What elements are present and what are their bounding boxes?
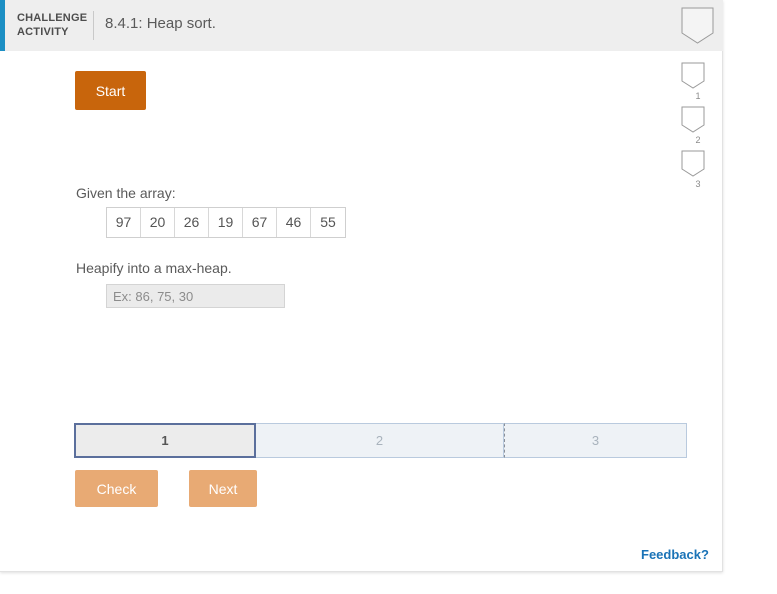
question-markers: 1 2 3 (681, 62, 715, 194)
array-cell: 67 (243, 208, 277, 237)
array-cell: 55 (311, 208, 345, 237)
next-button[interactable]: Next (189, 470, 257, 507)
progress-segment-2[interactable]: 2 (256, 423, 504, 458)
array-cell: 46 (277, 208, 311, 237)
array-cell: 20 (141, 208, 175, 237)
progress-bar: 1 2 3 (74, 423, 687, 458)
check-button[interactable]: Check (75, 470, 158, 507)
heapify-prompt: Heapify into a max-heap. (76, 260, 232, 276)
challenge-activity-label-line2: ACTIVITY (17, 26, 69, 38)
header-divider (93, 11, 94, 40)
question-marker-1-label: 1 (695, 91, 701, 101)
question-marker-2-label: 2 (695, 135, 701, 145)
activity-card: CHALLENGE ACTIVITY 8.4.1: Heap sort. 1 2… (0, 0, 723, 572)
array-cell: 97 (107, 208, 141, 237)
feedback-link[interactable]: Feedback? (641, 547, 709, 562)
activity-header: CHALLENGE ACTIVITY 8.4.1: Heap sort. (0, 0, 723, 51)
progress-segment-3[interactable]: 3 (504, 423, 687, 458)
answer-input[interactable] (106, 284, 285, 308)
page-title: 8.4.1: Heap sort. (105, 15, 216, 32)
header-accent-bar (0, 0, 5, 51)
given-array-label: Given the array: (76, 185, 176, 201)
question-marker-3-label: 3 (695, 179, 701, 189)
array-display: 97 20 26 19 67 46 55 (106, 207, 346, 238)
start-button[interactable]: Start (75, 71, 146, 110)
progress-segment-1[interactable]: 1 (74, 423, 256, 458)
challenge-activity-page: CHALLENGE ACTIVITY 8.4.1: Heap sort. 1 2… (0, 0, 777, 594)
challenge-activity-label-line1: CHALLENGE (17, 12, 88, 24)
question-marker-3[interactable]: 3 (681, 150, 715, 190)
bookmark-shield-icon[interactable] (681, 7, 714, 44)
question-marker-2[interactable]: 2 (681, 106, 715, 146)
array-cell: 26 (175, 208, 209, 237)
question-marker-1[interactable]: 1 (681, 62, 715, 102)
challenge-activity-label: CHALLENGE ACTIVITY (17, 11, 89, 39)
array-cell: 19 (209, 208, 243, 237)
